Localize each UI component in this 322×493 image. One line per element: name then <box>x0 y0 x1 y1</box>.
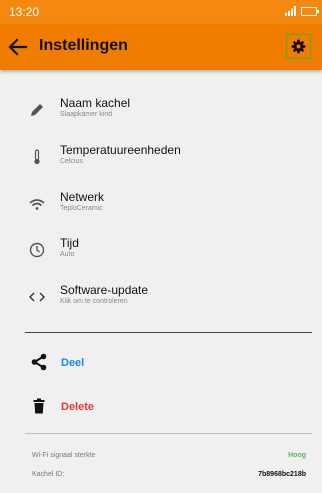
settings-button[interactable] <box>286 34 311 59</box>
setting-title: Software-update <box>60 283 149 297</box>
share-button[interactable]: Deel <box>0 348 322 378</box>
setting-network[interactable]: Netwerk TeploCeramic <box>0 186 322 230</box>
page-title: Instellingen <box>39 37 128 54</box>
trash-icon <box>33 398 45 414</box>
delete-button[interactable]: Delete <box>0 392 322 422</box>
code-icon <box>29 292 45 302</box>
setting-temperature-units[interactable]: Temperatuureenheden Celcius <box>0 139 322 183</box>
setting-subtitle: Slaapkamer kind <box>60 111 113 118</box>
wifi-strength-label: Wi-Fi signaal sterkte <box>32 452 96 459</box>
status-bar: 13:20 <box>0 0 322 24</box>
setting-time[interactable]: Tijd Auto <box>0 232 322 276</box>
setting-subtitle: Auto <box>60 251 75 258</box>
wifi-icon <box>29 199 45 210</box>
pencil-icon <box>31 104 43 116</box>
divider <box>25 433 312 434</box>
status-time: 13:20 <box>9 5 40 19</box>
setting-title: Tijd <box>60 236 79 250</box>
clock-icon <box>29 242 45 258</box>
divider <box>25 332 312 333</box>
device-id-label: Kachel ID: <box>32 471 65 478</box>
thermometer-icon <box>34 149 40 165</box>
setting-title: Temperatuureenheden <box>60 143 181 157</box>
setting-heater-name[interactable]: Naam kachel Slaapkamer kind <box>0 92 322 136</box>
setting-software-update[interactable]: Software-update Klik om te controleren <box>0 279 322 323</box>
gear-icon <box>291 39 306 54</box>
setting-title: Naam kachel <box>60 96 131 110</box>
setting-subtitle: TeploCeramic <box>60 205 103 212</box>
share-icon <box>31 353 47 371</box>
setting-title: Netwerk <box>60 190 105 204</box>
share-label: Deel <box>61 357 85 369</box>
setting-subtitle: Celcius <box>60 158 83 165</box>
wifi-strength-value: Hoog <box>288 452 306 459</box>
signal-icon <box>285 6 296 16</box>
battery-icon <box>301 7 319 16</box>
arrow-left-icon[interactable] <box>8 37 28 57</box>
delete-label: Delete <box>61 401 95 413</box>
setting-subtitle: Klik om te controleren <box>60 298 128 305</box>
device-id-value: 7b8968bc218b <box>258 471 306 478</box>
app-bar: Instellingen <box>0 24 322 70</box>
